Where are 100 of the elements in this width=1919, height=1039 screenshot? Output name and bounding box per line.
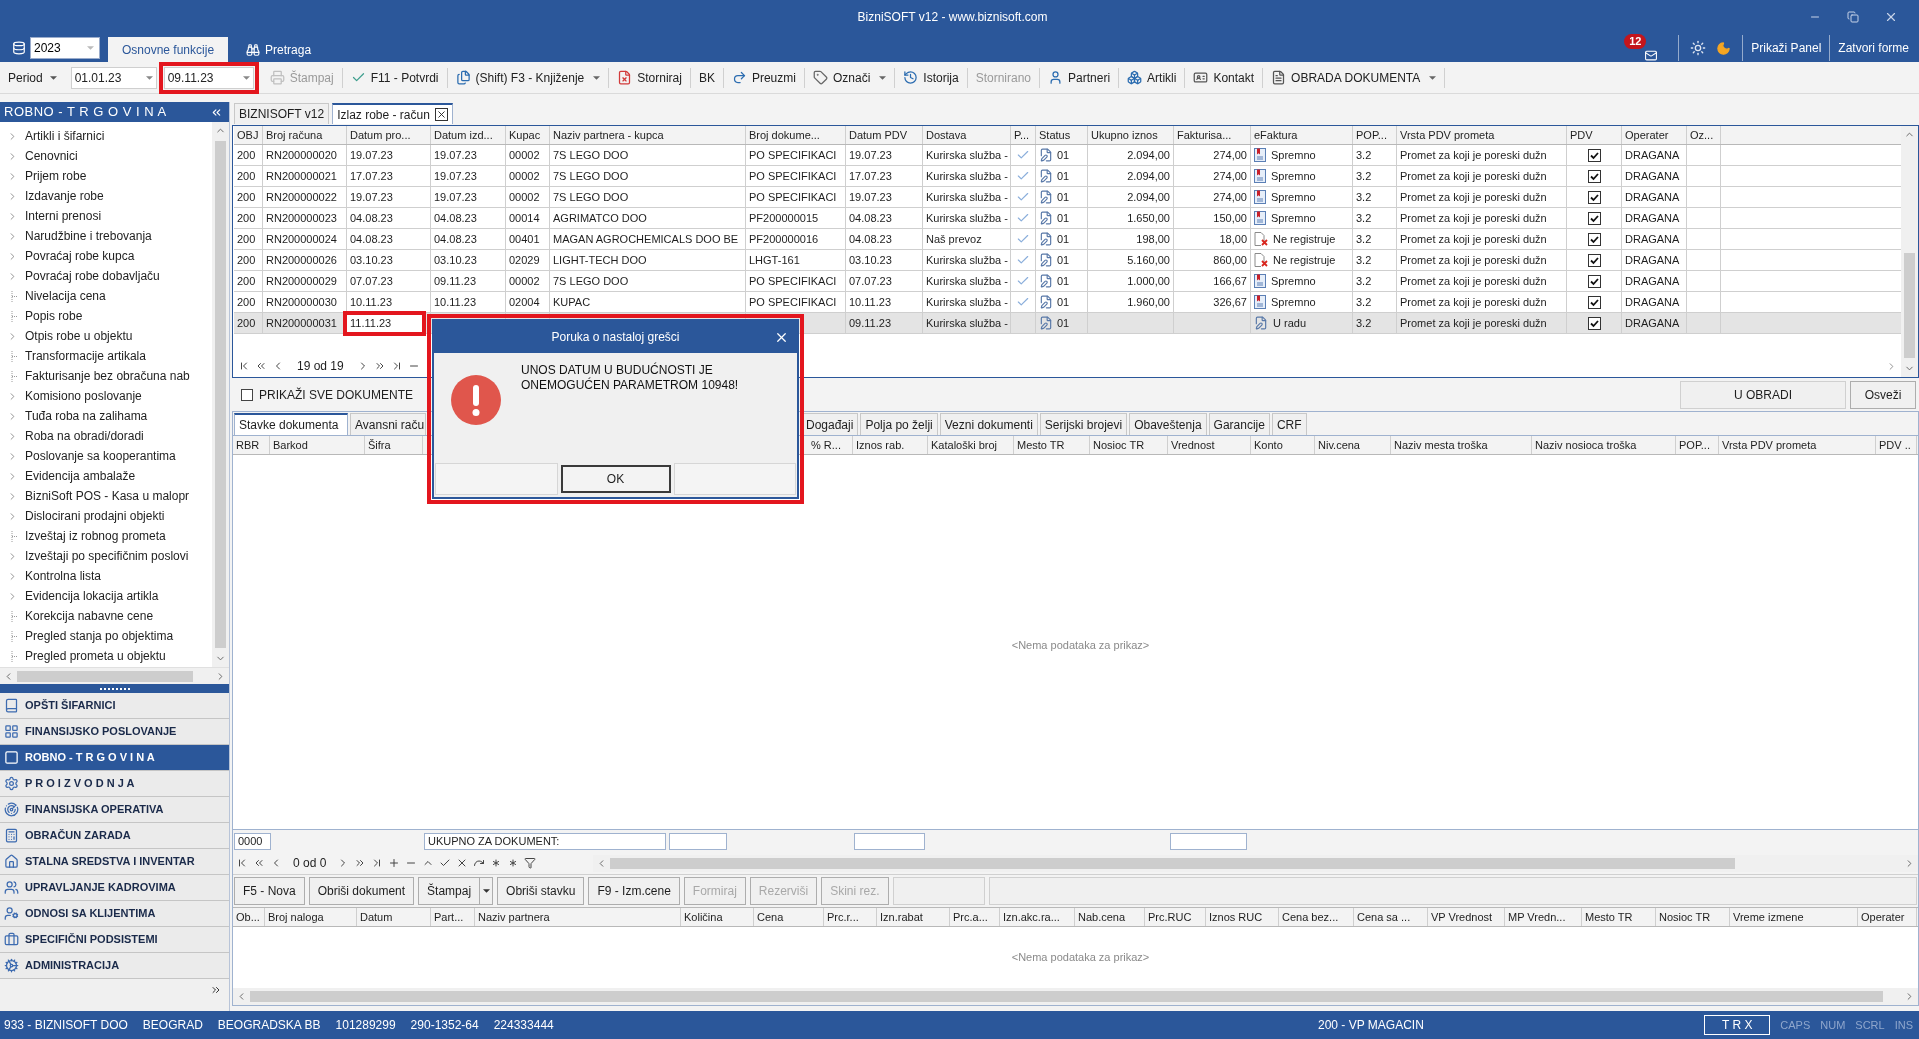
date-field[interactable]: 09.11.23 — [163, 66, 254, 89]
toolbar-button[interactable]: Preuzmi — [728, 64, 799, 91]
moon-icon[interactable] — [1716, 40, 1732, 56]
year-select[interactable]: 2023 — [30, 37, 100, 59]
close-icon[interactable] — [434, 108, 448, 121]
column-header[interactable]: Vrednost — [1168, 436, 1251, 454]
tree-item[interactable]: BizniSoft POS - Kasa u malopr — [0, 486, 212, 506]
column-header[interactable]: Iznos rab. — [853, 436, 928, 454]
column-header[interactable]: Barkod — [270, 436, 365, 454]
column-header[interactable]: Cena sa ... — [1354, 908, 1428, 926]
tree-item[interactable]: Roba na obradi/doradi — [0, 426, 212, 446]
tree-item[interactable]: Popis robe — [0, 306, 212, 326]
column-header[interactable]: % R... — [808, 436, 853, 454]
sun-icon[interactable] — [1690, 40, 1707, 56]
column-header[interactable]: VP Vrednost — [1428, 908, 1505, 926]
module-button[interactable]: OPŠTI ŠIFARNICI — [0, 693, 229, 719]
tree-item[interactable]: Narudžbine i trebovanja — [0, 226, 212, 246]
tab[interactable]: Događaji — [801, 413, 859, 435]
action-button[interactable]: Obriši dokument — [308, 877, 415, 905]
toolbar-button[interactable]: OBRADA DOKUMENTA — [1268, 64, 1440, 91]
tree-item[interactable]: Korekcija nabavne cene — [0, 606, 212, 626]
column-header[interactable]: Dostava — [923, 126, 1011, 144]
checkbox[interactable] — [1587, 274, 1601, 288]
plus-icon[interactable] — [388, 857, 401, 869]
tree-item[interactable]: Nivelacija cena — [0, 286, 212, 306]
table-row[interactable]: 200 RN200000026 03.10.23 03.10.23 02029 LIGHT-TECH DOO LHGT-161 03.10.23 Kurirska služba - 01 5.160,00 860,00 Ne registruje 3.2 Promet za koji je poreski dužn DRAGANA — [234, 250, 1901, 271]
first-page-icon[interactable] — [238, 360, 250, 372]
tree-item[interactable]: Povraćaj robe dobavljaču — [0, 266, 212, 286]
column-header[interactable]: Količina — [681, 908, 754, 926]
module-button[interactable]: SPECIFIČNI PODSISTEMI — [0, 927, 229, 953]
toolbar-button[interactable]: Storniraj — [614, 64, 685, 91]
tree-item[interactable]: Dislocirani prodajni objekti — [0, 506, 212, 526]
module-button[interactable]: OBRAČUN ZARADA — [0, 823, 229, 849]
table-row[interactable]: 200 RN200000020 19.07.23 19.07.23 00002 7S LEGO DOO PO SPECIFIKACI 19.07.23 Kurirska služba - 01 2.094,00 274,00 Spremno 3.2 Promet za koji je poreski dužn DRAGANA — [234, 145, 1901, 166]
period-dropdown[interactable]: Period — [8, 66, 61, 89]
column-header[interactable]: P... — [1011, 126, 1036, 144]
tree-item[interactable]: Pregled prometa u objektu — [0, 646, 212, 666]
tree-item[interactable]: Cenovnici — [0, 146, 212, 166]
action-button[interactable]: F5 - Nova — [234, 877, 305, 905]
checkbox[interactable] — [1587, 211, 1601, 225]
column-header[interactable]: OBJ — [234, 126, 263, 144]
column-header[interactable]: Operater — [1858, 908, 1917, 926]
checkbox[interactable] — [1587, 232, 1601, 246]
tree-item[interactable]: Evidencija lokacija artikla — [0, 586, 212, 606]
tab[interactable]: Garancije — [1208, 413, 1270, 435]
column-header[interactable]: Datum pro... — [347, 126, 431, 144]
column-header[interactable]: Prc.a... — [950, 908, 1000, 926]
toolbar-button[interactable]: Istorija — [900, 64, 962, 91]
check-icon[interactable] — [439, 857, 452, 869]
ribbon-tab[interactable]: Osnovne funkcije — [108, 37, 229, 62]
column-header[interactable]: Broj računa — [263, 126, 347, 144]
filter-icon[interactable] — [524, 857, 537, 869]
column-header[interactable]: Prc.RUC — [1145, 908, 1206, 926]
tree-item[interactable]: Pregled stanja po objektima — [0, 626, 212, 646]
column-header[interactable]: Datum PDV — [846, 126, 923, 144]
toolbar-button[interactable]: Označi — [809, 64, 890, 91]
ok-button[interactable]: OK — [560, 465, 671, 493]
column-header[interactable]: Broj naloga — [265, 908, 357, 926]
tree-item[interactable]: Tuđa roba na zalihama — [0, 406, 212, 426]
column-header[interactable]: Datum izd... — [431, 126, 506, 144]
refresh-button[interactable]: Osveži — [1850, 380, 1916, 409]
checkbox[interactable] — [1587, 295, 1601, 309]
action-button[interactable]: F9 - Izm.cene — [588, 877, 680, 905]
table-row[interactable]: 200 RN200000030 10.11.23 10.11.23 02004 KUPAC PO SPECIFIKACI 10.11.23 Kurirska služba - 01 1.960,00 326,67 Spremno 3.2 Promet za koji je poreski dužn DRAGANA — [234, 292, 1901, 313]
column-header[interactable]: RBR — [233, 436, 270, 454]
toolbar-button[interactable]: BK — [695, 64, 718, 91]
tab[interactable]: Serijski brojevi — [1039, 413, 1128, 435]
column-header[interactable]: POP... — [1353, 126, 1397, 144]
column-header[interactable]: Niv.cena — [1315, 436, 1391, 454]
column-header[interactable]: Izn.akc.ra... — [1000, 908, 1075, 926]
column-header[interactable]: Part... — [431, 908, 475, 926]
column-header[interactable]: Mesto TR — [1014, 436, 1090, 454]
tab[interactable]: Avansni raču — [350, 413, 426, 435]
table-row[interactable]: 200 RN200000022 19.07.23 19.07.23 00002 7S LEGO DOO PO SPECIFIKACI 19.07.23 Kurirska služba - 01 2.094,00 274,00 Spremno 3.2 Promet za koji je poreski dužn DRAGANA — [234, 187, 1901, 208]
checkbox[interactable] — [1587, 190, 1601, 204]
tab[interactable]: CRF — [1271, 413, 1307, 435]
toolbar-button[interactable]: Artikli — [1124, 64, 1180, 91]
module-button[interactable]: ODNOSI SA KLIJENTIMA — [0, 901, 229, 927]
scrollbar-thumb[interactable] — [17, 670, 193, 682]
module-button[interactable]: FINANSIJSKA OPERATIVA — [0, 797, 229, 823]
module-button[interactable]: UPRAVLJANJE KADROVIMA — [0, 875, 229, 901]
toolbar-button[interactable]: Partneri — [1045, 64, 1114, 91]
checkbox[interactable] — [241, 388, 253, 401]
document-tab[interactable]: Izlaz robe - račun — [332, 103, 453, 124]
tree-item[interactable]: Komisiono poslovanje — [0, 386, 212, 406]
column-header[interactable]: eFaktura — [1251, 126, 1353, 144]
column-header[interactable]: Naziv partnera - kupca — [550, 126, 746, 144]
date-editor-field[interactable]: 11.11.23 — [343, 311, 426, 336]
close-forms-button[interactable]: Zatvori forme — [1836, 36, 1911, 60]
module-button[interactable]: STALNA SREDSTVA I INVENTAR — [0, 849, 229, 875]
tree-item[interactable]: Fakturisanje bez obračuna nab — [0, 366, 212, 386]
checkbox[interactable] — [1587, 148, 1601, 162]
table-row[interactable]: 200 RN200000024 04.08.23 04.08.23 00401 MAGAN AGROCHEMICALS DOO BE PF200000016 04.08.23 Naš prevoz 01 198,00 18,00 Ne registruje 3.2 Promet za koji je poreski dužn DRAGANA — [234, 229, 1901, 250]
date-field[interactable]: 01.01.23 — [70, 66, 157, 89]
column-header[interactable]: Ukupno iznos — [1088, 126, 1174, 144]
scrollbar-thumb[interactable] — [250, 991, 1883, 1002]
redo-icon[interactable] — [473, 857, 486, 869]
tree-item[interactable]: Izdavanje robe — [0, 186, 212, 206]
tab[interactable]: Vezni dokumenti — [939, 413, 1038, 435]
horizontal-scrollbar[interactable] — [233, 988, 1918, 1005]
